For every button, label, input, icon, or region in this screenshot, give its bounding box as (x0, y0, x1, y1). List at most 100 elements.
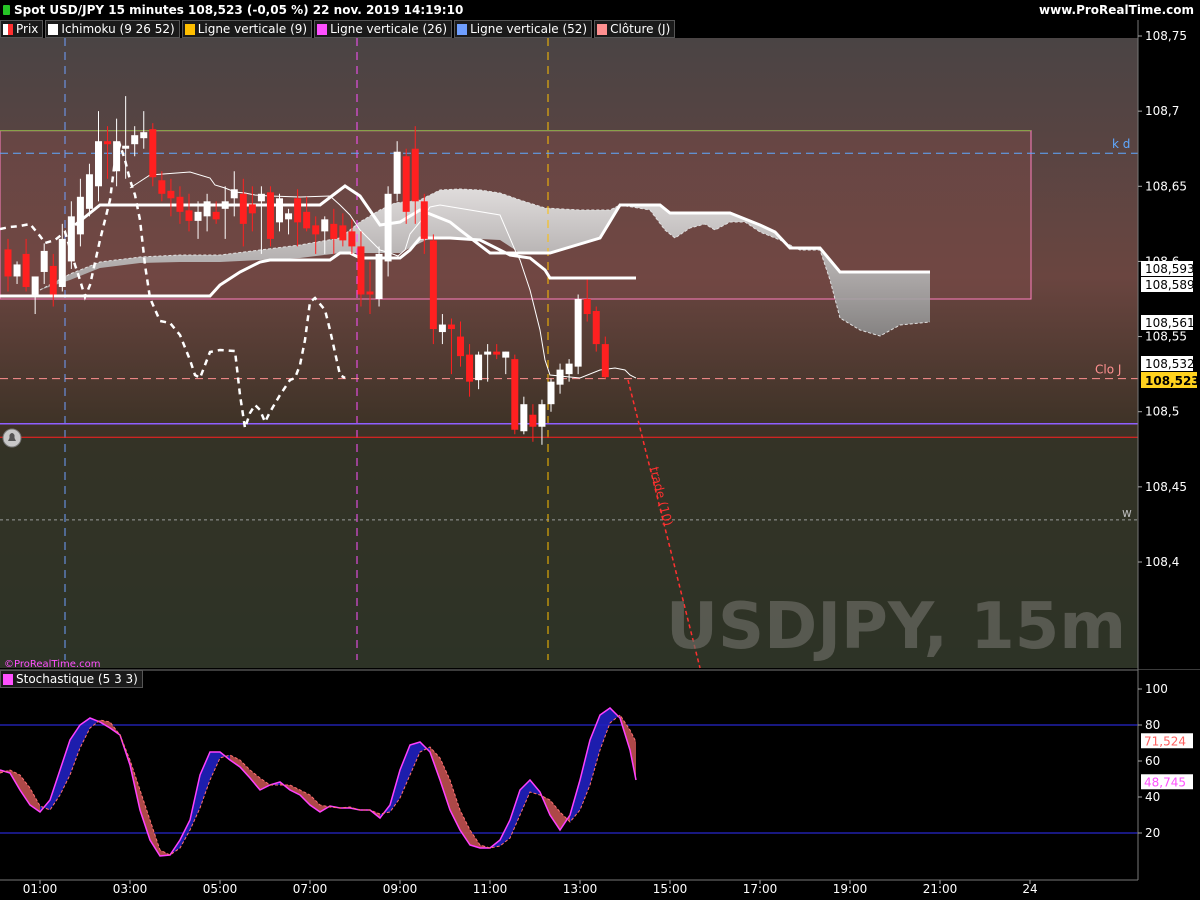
candle-44 (393, 141, 401, 202)
stochastic-fill-segment (350, 807, 360, 810)
price-tag-box (1141, 315, 1193, 330)
stochastic-fill-segment (70, 725, 80, 775)
candle-56 (502, 351, 510, 375)
site-name[interactable]: www.ProRealTime.com (1039, 0, 1194, 20)
price-tick-label: 108,75 (1145, 29, 1187, 43)
legend-label: Ligne verticale (52) (470, 22, 588, 36)
candle-37 (330, 208, 338, 254)
candle-body (176, 196, 184, 212)
stochastic-fill-segment (280, 782, 290, 790)
chart-canvas: k d Clo J w trade (10) USDJPY, 15m ©ProReal… (0, 20, 1200, 900)
stochastic-tick-label: 100 (1145, 682, 1168, 696)
w-label: w (1122, 506, 1132, 520)
candle-59 (529, 404, 537, 442)
candle-body (248, 204, 256, 214)
stochastic-tag-text: 71,524 (1144, 734, 1186, 748)
candle-body (475, 354, 483, 381)
stochastic-fill-segment (80, 718, 90, 748)
candle-48 (429, 234, 437, 345)
stochastic-fill-segment (130, 760, 140, 810)
candle-19 (167, 178, 175, 217)
candle-11 (95, 111, 102, 202)
candle-63 (565, 359, 573, 382)
stochastic-fill-segment (160, 850, 170, 856)
candle-57 (511, 354, 519, 435)
legend-item-3[interactable]: Ligne verticale (9) (181, 20, 313, 38)
candle-body (167, 190, 175, 199)
candle-14 (122, 96, 130, 179)
time-tick-label: 09:00 (383, 882, 418, 896)
candle-43 (384, 186, 392, 277)
stochastic-fill-segment (200, 752, 210, 808)
candle-body (49, 265, 57, 295)
candle-body (330, 223, 338, 239)
candle-5 (40, 243, 48, 284)
candle-body (294, 198, 302, 223)
candle-body (67, 216, 75, 262)
candle-body (366, 291, 374, 295)
legend-item-stochastic[interactable]: Stochastique (5 3 3) (0, 670, 143, 688)
stochastic-fill-segment (460, 810, 470, 845)
candle-body (257, 193, 265, 202)
time-tick-label: 01:00 (23, 882, 58, 896)
watermark-text: USDJPY, 15m (666, 590, 1126, 664)
candle-31 (276, 193, 283, 232)
legend-item-4[interactable]: Ligne verticale (26) (314, 20, 453, 38)
stochastic-fill-segment (380, 805, 390, 818)
stochastic-fill-segment (390, 770, 400, 812)
stochastic-fill-segment (450, 780, 460, 830)
candle-body (22, 253, 30, 287)
candle-36 (321, 216, 329, 254)
candle-body (574, 299, 582, 367)
price-tick-label: 108,65 (1145, 179, 1187, 193)
candle-51 (457, 321, 464, 367)
legend-item-6[interactable]: Clôture (J) (594, 20, 676, 38)
candle-10 (85, 163, 93, 217)
price-tag-box (1141, 356, 1193, 371)
candle-54 (484, 344, 492, 382)
stochastic-fill-segment (490, 840, 500, 848)
candle-body (203, 201, 211, 217)
candle-13 (113, 118, 121, 187)
candle-body (457, 336, 464, 357)
stochastic-fill-segment (120, 735, 130, 765)
price-pane-background (0, 38, 1138, 668)
legend-item-1[interactable]: Prix (0, 20, 44, 38)
candle-47 (420, 193, 428, 254)
stochastic-fill-segment (620, 715, 630, 750)
legend-label: Prix (16, 22, 39, 36)
candle-body (484, 351, 492, 355)
stochastic-fill-segment (100, 720, 110, 728)
candle-42 (375, 246, 383, 307)
stochastic-value-tag-1: 71,524 (1141, 733, 1193, 749)
price-tick-label: 108,4 (1145, 555, 1179, 569)
legend-item-2[interactable]: Ichimoku (9 26 52) (45, 20, 180, 38)
candle-46 (411, 126, 419, 224)
stochastic-fill-segment (0, 770, 10, 773)
stochastic-fill-segment (320, 805, 330, 812)
candle-body (4, 249, 12, 277)
stochastic-fill-segment (610, 708, 620, 723)
candle-body (466, 354, 474, 382)
candle-62 (556, 363, 564, 394)
candle-body (122, 145, 130, 149)
candle-35 (312, 216, 320, 254)
stochastic-fill-segment (340, 807, 350, 808)
candle-41 (366, 261, 374, 315)
alert-bell-circle (2, 428, 22, 448)
legend-item-5[interactable]: Ligne verticale (52) (454, 20, 593, 38)
candle-15 (131, 126, 139, 157)
stochastic-fill-segment (500, 820, 510, 846)
legend-swatch (48, 23, 59, 35)
candle-65 (583, 279, 591, 322)
candle-body (384, 193, 392, 262)
candle-body (520, 404, 528, 432)
candle-27 (239, 178, 247, 247)
alert-bell-shape (8, 433, 16, 441)
candle-body (40, 250, 48, 272)
price-tag-4: 108,532 (1141, 356, 1195, 371)
stochastic-fill-segment (530, 780, 540, 795)
alert-bell-icon[interactable] (2, 428, 22, 448)
candle-body (447, 324, 455, 330)
stochastic-fill-segment (400, 745, 410, 798)
